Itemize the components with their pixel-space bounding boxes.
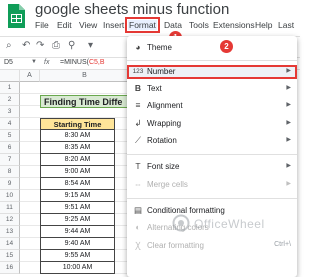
row-header[interactable]: 14 (0, 238, 20, 250)
menu-item-wrapping[interactable]: ↲ Wrapping ▶ (127, 117, 297, 131)
starting-time-cell[interactable]: 9:44 AM (40, 226, 115, 238)
chevron-down-icon[interactable]: ▼ (31, 59, 37, 65)
row-header[interactable]: 7 (0, 154, 20, 166)
undo-icon[interactable]: ↶ (22, 40, 30, 51)
menu-file[interactable]: File (35, 20, 49, 30)
starting-time-cell[interactable]: 9:40 AM (40, 238, 115, 250)
menu-item-number[interactable]: 123 Number ▶ (127, 65, 297, 79)
row-header[interactable]: 5 (0, 130, 20, 142)
menu-extensions[interactable]: Extensions (213, 20, 255, 30)
menu-data[interactable]: Data (164, 20, 182, 30)
column-header-a[interactable]: A (20, 70, 40, 82)
formula-prefix: =MINUS( (60, 59, 89, 66)
paint-format-icon[interactable]: ⚲ (68, 40, 75, 51)
menu-help[interactable]: Help (255, 20, 272, 30)
starting-time-header[interactable]: Starting Time (40, 118, 115, 130)
menu-bar: File Edit View Insert Format Data Tools … (33, 17, 300, 35)
row-header[interactable]: 12 (0, 214, 20, 226)
menu-item-text[interactable]: B Text ▶ (127, 82, 297, 96)
print-icon[interactable]: ⎙ (52, 40, 60, 51)
bold-icon: B (134, 83, 142, 93)
font-size-icon: T (135, 161, 141, 171)
row-header[interactable]: 3 (0, 106, 20, 118)
menu-format[interactable]: Format (125, 17, 160, 33)
column-header-b[interactable]: B (40, 70, 130, 82)
menu-tools[interactable]: Tools (189, 20, 209, 30)
chevron-right-icon: ▶ (286, 120, 291, 126)
name-box[interactable]: D5 (4, 59, 13, 66)
chevron-right-icon: ▶ (286, 163, 291, 169)
step-2-badge: 2 (220, 40, 233, 53)
menu-item-clear-formatting[interactable]: Ꭓ Clear formatting Ctrl+\ (127, 239, 297, 253)
row-header[interactable]: 16 (0, 262, 20, 274)
zoom-dropdown-icon[interactable]: ▾ (88, 40, 93, 51)
starting-time-cell[interactable]: 8:30 AM (40, 130, 115, 142)
shortcut-hint: Ctrl+\ (274, 241, 291, 248)
starting-time-cell[interactable]: 8:35 AM (40, 142, 115, 154)
rotation-icon: ⟋ (135, 135, 141, 145)
title-banner-cell[interactable]: Finding Time Diffe (40, 95, 130, 108)
format-menu: ◕ Theme 123 Number ▶ B Text ▶ ≡ Alignmen… (127, 36, 297, 277)
fx-icon: fx (44, 59, 50, 66)
table-row (20, 82, 130, 94)
formula-input[interactable]: =MINUS(C5,B (60, 59, 105, 66)
watermark-logo-icon (172, 214, 190, 232)
number-format-icon: 123 (132, 68, 144, 75)
chevron-right-icon: ▶ (286, 181, 291, 187)
wrap-icon: ↲ (134, 118, 142, 128)
starting-time-cell[interactable]: 9:15 AM (40, 190, 115, 202)
formula-highlight: C5,B (88, 59, 105, 66)
menu-item-font-size[interactable]: T Font size ▶ (127, 160, 297, 174)
palette-icon: ◕ (135, 42, 141, 52)
starting-time-cell[interactable]: 8:20 AM (40, 154, 115, 166)
row-header[interactable]: 13 (0, 226, 20, 238)
menu-divider (127, 60, 297, 61)
chevron-right-icon: ▶ (286, 102, 291, 108)
watermark-text: OfficeWheel (194, 217, 265, 231)
clear-format-icon: Ꭓ (135, 240, 141, 250)
menu-item-alignment[interactable]: ≡ Alignment ▶ (127, 99, 297, 113)
row-header[interactable]: 10 (0, 190, 20, 202)
row-header[interactable]: 4 (0, 118, 20, 130)
chevron-right-icon: ▶ (286, 68, 291, 74)
row-header[interactable]: 15 (0, 250, 20, 262)
menu-item-rotation[interactable]: ⟋ Rotation ▶ (127, 134, 297, 148)
menu-view[interactable]: View (79, 20, 97, 30)
title-bar: google sheets minus function (0, 0, 300, 28)
align-icon: ≡ (135, 100, 141, 110)
row-header[interactable]: 6 (0, 142, 20, 154)
document-title[interactable]: google sheets minus function (35, 1, 229, 18)
alternating-colors-icon: ◐ (135, 222, 141, 232)
search-menus-icon[interactable]: ⌕ (6, 40, 12, 51)
starting-time-cell[interactable]: 9:51 AM (40, 202, 115, 214)
conditional-format-icon: ▤ (133, 205, 143, 215)
spreadsheet-grid[interactable]: A B 1 2 3 4 5 6 7 8 9 10 11 12 13 14 15 16 Finding Time… (0, 70, 130, 277)
starting-time-cell[interactable]: 9:25 AM (40, 214, 115, 226)
select-all-corner[interactable] (0, 70, 20, 82)
menu-edit[interactable]: Edit (57, 20, 72, 30)
starting-time-cell[interactable]: 10:00 AM (40, 262, 115, 274)
chevron-right-icon: ▶ (286, 85, 291, 91)
row-header[interactable]: 8 (0, 166, 20, 178)
menu-insert[interactable]: Insert (103, 20, 124, 30)
redo-icon[interactable]: ↷ (36, 40, 44, 51)
row-header[interactable]: 9 (0, 178, 20, 190)
starting-time-cell[interactable]: 8:54 AM (40, 178, 115, 190)
row-header[interactable]: 11 (0, 202, 20, 214)
watermark: OfficeWheel (172, 214, 292, 234)
menu-last-edit[interactable]: Last (278, 20, 294, 30)
menu-divider (127, 154, 297, 155)
chevron-right-icon: ▶ (286, 137, 291, 143)
row-header[interactable]: 2 (0, 94, 20, 106)
menu-item-theme[interactable]: ◕ Theme (127, 41, 297, 55)
menu-item-merge-cells[interactable]: ⇔ Merge cells ▶ (127, 178, 297, 192)
merge-icon: ⇔ (133, 179, 143, 189)
starting-time-cell[interactable]: 9:55 AM (40, 250, 115, 262)
starting-time-cell[interactable]: 9:00 AM (40, 166, 115, 178)
menu-divider (127, 198, 297, 199)
sheets-logo-icon[interactable] (6, 4, 26, 29)
row-header[interactable]: 1 (0, 82, 20, 94)
